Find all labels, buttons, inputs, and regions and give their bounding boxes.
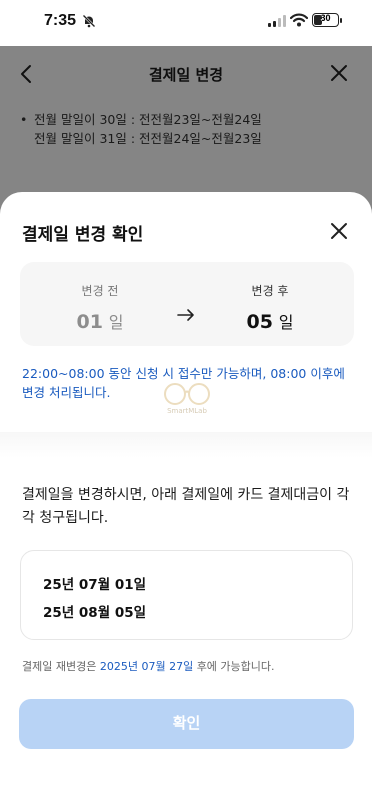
wifi-icon bbox=[290, 13, 308, 27]
battery-cap bbox=[340, 18, 342, 23]
before-column: 변경 전 01 일 bbox=[40, 262, 160, 333]
status-time: 7:35 bbox=[44, 12, 77, 29]
battery-percent: 30 bbox=[320, 13, 331, 23]
arrow-right-icon bbox=[177, 309, 194, 321]
before-unit: 일 bbox=[108, 313, 124, 332]
confirm-bottom-sheet: 결제일 변경 확인 변경 전 01 일 변경 후 05 일 22:00~08:0… bbox=[0, 192, 372, 800]
confirm-button-label: 확인 bbox=[172, 715, 201, 732]
before-label: 변경 전 bbox=[81, 284, 119, 298]
close-icon[interactable] bbox=[330, 222, 348, 240]
divider-band bbox=[0, 432, 372, 458]
after-value: 05 일 bbox=[210, 309, 330, 333]
before-day: 01 bbox=[76, 311, 103, 333]
before-value: 01 일 bbox=[40, 309, 160, 333]
after-label: 변경 후 bbox=[251, 284, 289, 298]
billing-day-change-card: 변경 전 01 일 변경 후 05 일 bbox=[20, 262, 354, 346]
cellular-signal-icon bbox=[268, 15, 286, 27]
watermark-logo: SmartMLab bbox=[156, 380, 218, 430]
billing-date-item: 25년 07월 01일 bbox=[43, 577, 147, 593]
status-bar: 7:35 30 bbox=[0, 0, 372, 46]
billing-description: 결제일을 변경하시면, 아래 결제일에 카드 결제대금이 각각 청구됩니다. bbox=[22, 487, 350, 526]
watermark-text: SmartMLab bbox=[167, 407, 207, 415]
bell-off-icon bbox=[82, 14, 96, 28]
after-day: 05 bbox=[246, 311, 273, 333]
re-change-notice: 결제일 재변경은 2025년 07월 27일 후에 가능합니다. bbox=[22, 658, 275, 674]
sheet-title: 결제일 변경 확인 bbox=[22, 225, 144, 245]
re-change-prefix: 결제일 재변경은 bbox=[22, 660, 97, 673]
billing-date-item: 25년 08월 05일 bbox=[43, 605, 147, 621]
after-unit: 일 bbox=[278, 313, 294, 332]
battery-icon: 30 bbox=[312, 13, 339, 27]
after-column: 변경 후 05 일 bbox=[210, 262, 330, 333]
billing-dates-card: 25년 07월 01일 25년 08월 05일 bbox=[20, 550, 353, 640]
re-change-date: 2025년 07월 27일 bbox=[99, 660, 194, 673]
re-change-suffix: 후에 가능합니다. bbox=[196, 660, 275, 673]
confirm-button[interactable]: 확인 bbox=[19, 699, 354, 749]
glasses-icon bbox=[164, 383, 210, 405]
